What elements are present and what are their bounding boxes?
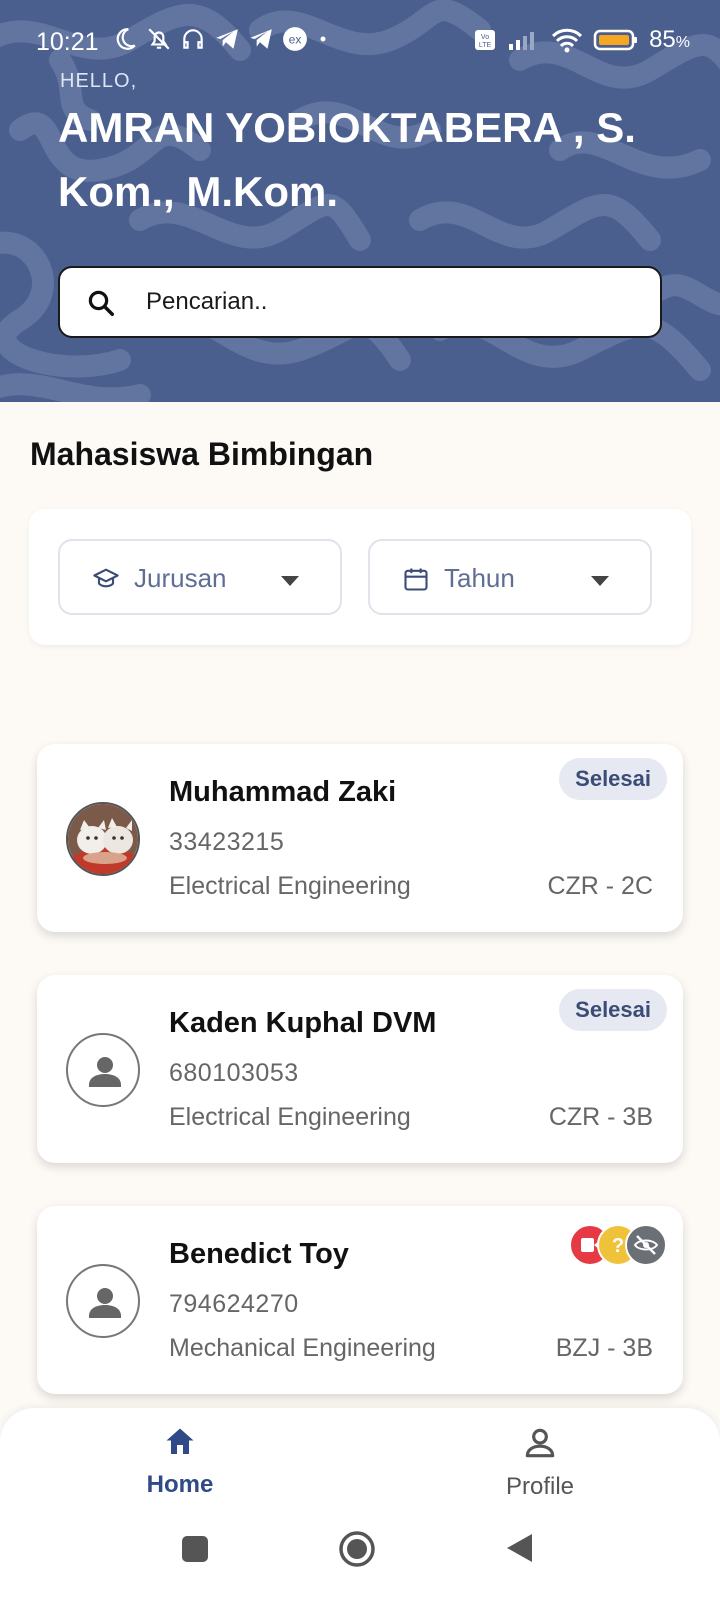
student-name: Muhammad Zaki <box>169 776 397 808</box>
wifi-icon <box>552 28 583 53</box>
back-button[interactable] <box>504 1532 534 1564</box>
avatar <box>66 1033 140 1107</box>
recents-button[interactable] <box>180 1534 210 1564</box>
student-card[interactable]: Benedict Toy 794624270 Mechanical Engine… <box>37 1206 683 1394</box>
status-icon-group: ? <box>569 1224 669 1268</box>
avatar <box>66 1264 140 1338</box>
ex-app-icon: ex <box>283 27 307 51</box>
status-badge: Selesai <box>559 989 667 1031</box>
home-icon <box>166 1428 194 1454</box>
tahun-dropdown[interactable]: Tahun <box>368 539 652 615</box>
graduation-cap-icon <box>93 568 119 588</box>
status-icons-right: Vo LTE 85% <box>473 26 690 54</box>
headset-icon <box>183 29 203 49</box>
signal-icon <box>509 32 535 50</box>
student-name: Benedict Toy <box>169 1238 349 1270</box>
tahun-label: Tahun <box>444 563 515 593</box>
search-input[interactable] <box>146 280 646 324</box>
chevron-down-icon <box>591 576 609 586</box>
person-icon <box>89 1288 121 1318</box>
telegram-icon <box>216 29 238 49</box>
user-name: AMRAN YOBIOKTABERA , S. Kom., M.Kom. <box>58 104 636 215</box>
battery-percent: 85% <box>649 26 690 53</box>
status-icons-left: ex <box>112 26 330 52</box>
nav-profile[interactable]: Profile <box>460 1424 620 1501</box>
filter-card: Jurusan Tahun <box>29 509 691 645</box>
student-department: Mechanical Engineering <box>169 1334 436 1362</box>
nav-profile-label: Profile <box>505 1473 575 1500</box>
cats-photo <box>68 804 138 874</box>
bell-off-icon <box>148 28 170 50</box>
student-department: Electrical Engineering <box>169 872 411 900</box>
status-badge: Selesai <box>559 758 667 800</box>
greeting-label: HELLO, <box>60 70 138 92</box>
student-card[interactable]: Muhammad Zaki 33423215 Electrical Engine… <box>37 744 683 932</box>
volte-icon: VoLTE <box>475 30 496 50</box>
svg-text:ex: ex <box>289 32 302 46</box>
student-class: BZJ - 3B <box>555 1334 653 1362</box>
eye-off-icon <box>625 1224 667 1266</box>
student-name: Kaden Kuphal DVM <box>169 1007 437 1039</box>
status-bar: 10:21 ex Vo LTE 85% <box>0 0 720 70</box>
person-icon <box>89 1057 121 1087</box>
student-nim: 680103053 <box>169 1059 299 1087</box>
search-icon <box>88 290 114 316</box>
student-class: CZR - 2C <box>547 872 653 900</box>
system-navigation-bar <box>0 1524 720 1584</box>
calendar-icon <box>404 568 428 591</box>
student-nim: 33423215 <box>169 828 285 856</box>
profile-icon <box>525 1428 555 1458</box>
svg-text:?: ? <box>612 1235 624 1257</box>
nav-home-label: Home <box>146 1471 214 1498</box>
search-bar[interactable] <box>58 266 662 338</box>
student-class: CZR - 3B <box>548 1103 653 1131</box>
chevron-down-icon <box>281 576 299 586</box>
student-card[interactable]: Kaden Kuphal DVM 680103053 Electrical En… <box>37 975 683 1163</box>
avatar-photo <box>66 802 140 876</box>
student-nim: 794624270 <box>169 1290 299 1318</box>
dot-icon <box>320 36 326 42</box>
nav-home[interactable]: Home <box>100 1424 260 1499</box>
svg-text:LTE: LTE <box>479 42 492 49</box>
section-title: Mahasiswa Bimbingan <box>30 436 374 472</box>
student-department: Electrical Engineering <box>169 1103 411 1131</box>
moon-icon <box>116 28 136 50</box>
telegram-icon <box>250 29 272 49</box>
home-button[interactable] <box>338 1530 376 1568</box>
jurusan-dropdown[interactable]: Jurusan <box>58 539 342 615</box>
svg-text:Vo: Vo <box>481 34 489 41</box>
battery-icon <box>593 29 638 51</box>
status-time: 10:21 <box>36 28 99 56</box>
jurusan-label: Jurusan <box>134 563 227 593</box>
